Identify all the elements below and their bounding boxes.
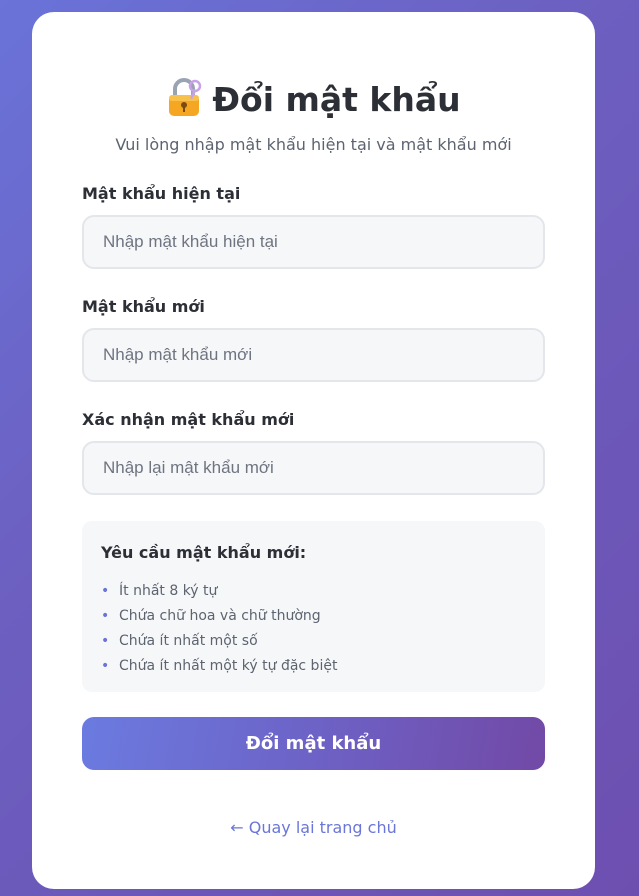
current-password-field[interactable] xyxy=(82,215,545,269)
back-to-home-link[interactable]: ← Quay lại trang chủ xyxy=(32,818,595,837)
requirements-title: Yêu cầu mật khẩu mới: xyxy=(101,543,307,562)
page-subtitle: Vui lòng nhập mật khẩu hiện tại và mật k… xyxy=(115,135,512,154)
requirement-text: Chứa ít nhất một ký tự đặc biệt xyxy=(119,658,338,674)
bullet-icon: • xyxy=(101,583,110,599)
bullet-icon: • xyxy=(101,608,110,624)
requirement-item: • Chứa chữ hoa và chữ thường xyxy=(101,608,321,624)
current-password-label: Mật khẩu hiện tại xyxy=(82,184,241,203)
password-requirements-box: Yêu cầu mật khẩu mới: • Ít nhất 8 ký tự •… xyxy=(82,521,545,692)
page-title-row: Đổi mật khẩu xyxy=(32,77,595,122)
change-password-button[interactable]: Đổi mật khẩu xyxy=(82,717,545,770)
confirm-password-field[interactable] xyxy=(82,441,545,495)
confirm-password-label: Xác nhận mật khẩu mới xyxy=(82,410,295,429)
change-password-card: Đổi mật khẩu Vui lòng nhập mật khẩu hiện… xyxy=(32,12,595,889)
page-title: Đổi mật khẩu xyxy=(212,80,461,119)
requirement-text: Chứa ít nhất một số xyxy=(119,633,258,649)
requirement-item: • Chứa ít nhất một số xyxy=(101,633,258,649)
requirement-item: • Chứa ít nhất một ký tự đặc biệt xyxy=(101,658,337,674)
new-password-field[interactable] xyxy=(82,328,545,382)
requirement-text: Chứa chữ hoa và chữ thường xyxy=(119,608,321,624)
lock-with-key-icon xyxy=(166,77,202,118)
requirement-text: Ít nhất 8 ký tự xyxy=(119,583,218,599)
bullet-icon: • xyxy=(101,633,110,649)
new-password-label: Mật khẩu mới xyxy=(82,297,205,316)
requirement-item: • Ít nhất 8 ký tự xyxy=(101,583,217,599)
bullet-icon: • xyxy=(101,658,110,674)
